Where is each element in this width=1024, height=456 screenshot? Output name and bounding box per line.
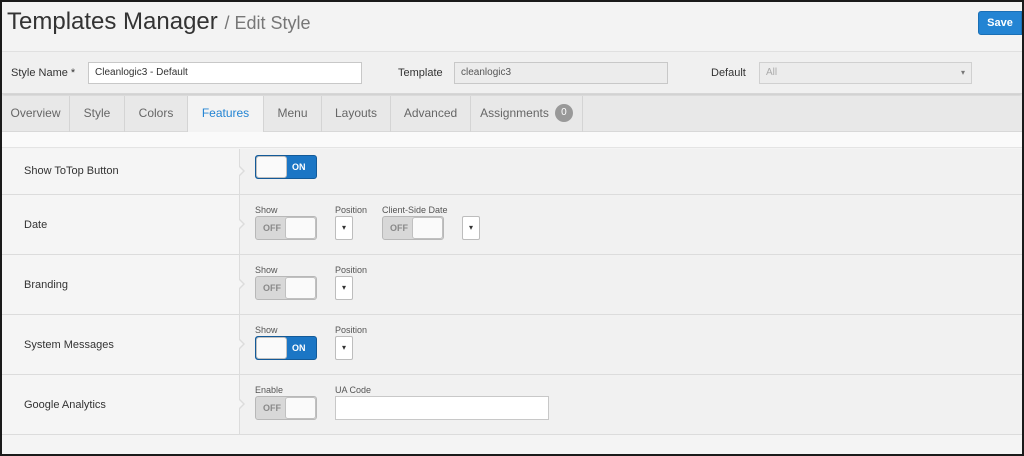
app-window: Templates Manager / Edit Style Save Styl…: [0, 0, 1024, 456]
sysmsg-show-label: Show: [255, 325, 278, 335]
template-label: Template: [398, 67, 443, 79]
client-date-toggle[interactable]: OFF: [382, 216, 444, 240]
toggle-state: OFF: [263, 403, 281, 413]
feature-row-google-analytics: Google Analytics Enable OFF UA Code: [2, 375, 1022, 435]
tab-bar: Overview Style Colors Features Menu Layo…: [2, 96, 1022, 133]
feature-label-date: Date: [24, 219, 48, 231]
sysmsg-show-toggle[interactable]: ON: [255, 336, 317, 360]
chevron-down-icon: ▾: [960, 68, 965, 77]
toggle-state: OFF: [390, 223, 408, 233]
feature-label-cell: Date: [2, 195, 240, 254]
save-button[interactable]: Save: [978, 11, 1022, 35]
page-title: Templates Manager / Edit Style: [7, 8, 311, 36]
page-header: Templates Manager / Edit Style Save: [2, 2, 1022, 52]
page-subtitle: / Edit Style: [224, 13, 311, 33]
style-name-label: Style Name *: [11, 67, 76, 79]
template-field: cleanlogic3: [454, 62, 668, 84]
sysmsg-position-select[interactable]: ▾: [335, 336, 353, 360]
date-show-toggle[interactable]: OFF: [255, 216, 317, 240]
tab-features[interactable]: Features: [188, 96, 264, 133]
chevron-down-icon: ▾: [341, 283, 346, 292]
feature-label-cell: System Messages: [2, 315, 240, 374]
branding-show-toggle[interactable]: OFF: [255, 276, 317, 300]
toggle-state: OFF: [263, 223, 281, 233]
default-label: Default: [711, 67, 746, 79]
page-title-text: Templates Manager: [7, 8, 218, 35]
features-panel: Show ToTop Button ON Date Show OFF Posit…: [2, 132, 1022, 454]
branding-position-label: Position: [335, 265, 368, 275]
feature-row-system-messages: System Messages Show ON Position ▾: [2, 315, 1022, 375]
date-position-select[interactable]: ▾: [335, 216, 353, 240]
ua-code-input[interactable]: [335, 396, 549, 420]
toggle-knob: [285, 397, 316, 419]
panel-top-strip: [2, 132, 1022, 148]
totop-toggle[interactable]: ON: [255, 155, 317, 179]
toggle-state: ON: [292, 162, 306, 172]
default-select[interactable]: All ▾: [759, 62, 972, 84]
toggle-knob: [285, 217, 316, 239]
date-show-label: Show: [255, 205, 278, 215]
feature-label-cell: Show ToTop Button: [2, 149, 240, 194]
toggle-knob: [256, 337, 287, 359]
assignments-count-badge: 0: [554, 103, 573, 122]
analytics-enable-label: Enable: [255, 385, 284, 395]
client-date-format-select[interactable]: ▾: [462, 216, 480, 240]
sysmsg-position-label: Position: [335, 325, 368, 335]
feature-label-branding: Branding: [24, 279, 69, 291]
feature-row-totop: Show ToTop Button ON: [2, 149, 1022, 195]
tab-layouts[interactable]: Layouts: [322, 96, 391, 132]
tab-menu[interactable]: Menu: [264, 96, 322, 132]
row-pointer: [238, 338, 245, 350]
feature-label-totop: Show ToTop Button: [24, 165, 119, 177]
date-position-label: Position: [335, 205, 368, 215]
style-name-input[interactable]: Cleanlogic3 - Default: [88, 62, 362, 84]
row-pointer: [238, 278, 245, 290]
analytics-enable-toggle[interactable]: OFF: [255, 396, 317, 420]
feature-label-cell: Google Analytics: [2, 375, 240, 434]
style-fields-bar: Style Name * Cleanlogic3 - Default Templ…: [2, 52, 1022, 94]
tab-assignments-label: Assignments: [480, 106, 549, 120]
chevron-down-icon: ▾: [341, 343, 346, 352]
chevron-down-icon: ▾: [341, 223, 346, 232]
tab-colors[interactable]: Colors: [125, 96, 188, 132]
toggle-knob: [256, 156, 287, 178]
feature-label-google-analytics: Google Analytics: [24, 399, 106, 411]
row-pointer: [238, 218, 245, 230]
row-pointer: [238, 398, 245, 410]
branding-position-select[interactable]: ▾: [335, 276, 353, 300]
feature-row-date: Date Show OFF Position ▾ Client-Side Dat…: [2, 195, 1022, 255]
toggle-state: OFF: [263, 283, 281, 293]
tab-style[interactable]: Style: [70, 96, 125, 132]
tab-overview[interactable]: Overview: [2, 96, 70, 132]
default-select-value: All: [766, 67, 778, 78]
toggle-knob: [285, 277, 316, 299]
chevron-down-icon: ▾: [468, 223, 473, 232]
toggle-knob: [412, 217, 443, 239]
branding-show-label: Show: [255, 265, 278, 275]
toggle-state: ON: [292, 343, 306, 353]
feature-label-cell: Branding: [2, 255, 240, 314]
tab-assignments[interactable]: Assignments 0: [471, 96, 583, 132]
row-pointer: [238, 165, 245, 177]
client-date-label: Client-Side Date: [382, 205, 448, 215]
feature-row-branding: Branding Show OFF Position ▾: [2, 255, 1022, 315]
ua-code-label: UA Code: [335, 385, 372, 395]
feature-label-system-messages: System Messages: [24, 339, 114, 351]
tab-advanced[interactable]: Advanced: [391, 96, 471, 132]
